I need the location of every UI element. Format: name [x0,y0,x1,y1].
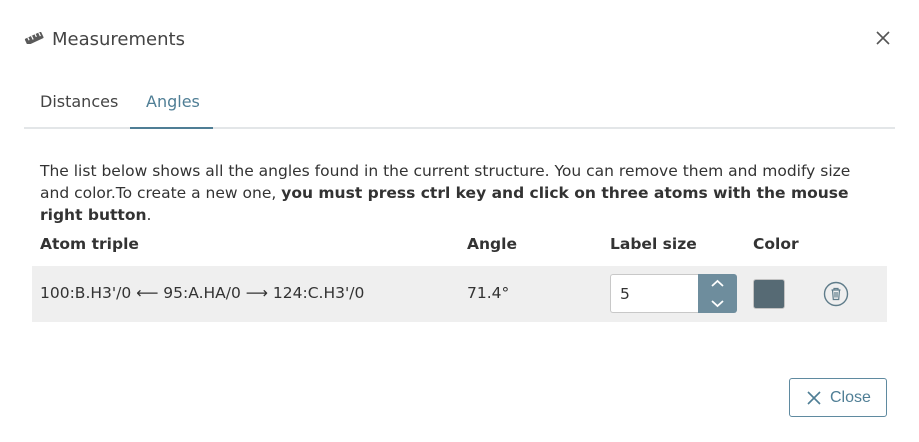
measurements-dialog: Measurements Distances Angles The list b… [0,0,919,442]
table-row: 100:B.H3'/0 ⟵ 95:A.HA/0 ⟶ 124:C.H3'/0 71… [32,266,887,322]
tab-bar: Distances Angles [24,84,895,129]
close-icon [807,391,821,405]
active-tab-indicator [130,127,213,129]
color-swatch[interactable] [753,279,785,309]
close-button-label: Close [830,389,871,406]
close-icon[interactable] [874,29,892,47]
tab-distances[interactable]: Distances [40,92,118,111]
header-label-size: Label size [610,235,697,253]
instructions-end: . [146,206,152,224]
angle-cell: 71.4° [467,284,510,302]
trash-icon[interactable] [823,281,849,307]
header-color: Color [753,235,799,253]
tab-angles[interactable]: Angles [146,92,200,111]
label-size-stepper[interactable] [610,274,737,313]
spinner [698,274,737,313]
header-atom-triple: Atom triple [40,235,139,253]
dialog-title: Measurements [52,29,185,50]
instructions-text: The list below shows all the angles foun… [40,160,880,226]
header-angle: Angle [467,235,517,253]
chevron-down-icon[interactable] [698,294,737,313]
dialog-header: Measurements [24,24,895,58]
atom-triple-cell: 100:B.H3'/0 ⟵ 95:A.HA/0 ⟶ 124:C.H3'/0 [40,284,365,302]
ruler-icon [24,32,44,44]
close-button[interactable]: Close [789,378,887,417]
label-size-input[interactable] [610,274,698,313]
chevron-up-icon[interactable] [698,274,737,293]
